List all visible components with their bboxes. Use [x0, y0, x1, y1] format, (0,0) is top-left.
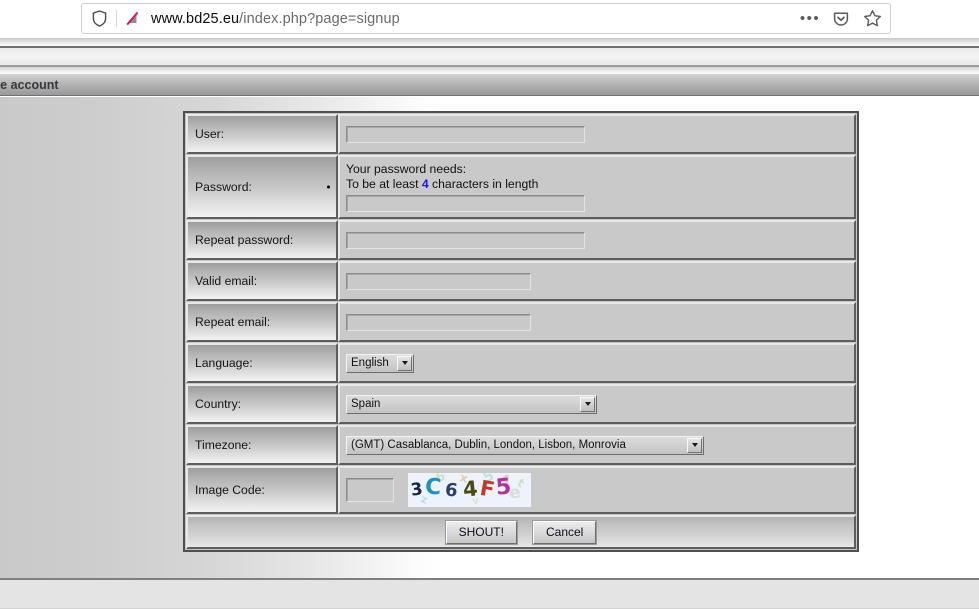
- repeat-password-input[interactable]: [346, 231, 585, 249]
- label-cell-repeat-email: Repeat email:: [186, 302, 338, 342]
- field-cell-image-code: 6x5Aezvt3C64F5: [338, 466, 856, 514]
- label-cell-image-code: Image Code:: [186, 466, 338, 514]
- captcha-character: C: [424, 474, 443, 501]
- cancel-button[interactable]: Cancel: [532, 520, 597, 544]
- label-image-code: Image Code:: [195, 483, 265, 497]
- password-hint-line-2: To be at least 4 characters in length: [346, 177, 848, 192]
- field-cell-password: Your password needs: To be at least 4 ch…: [338, 155, 856, 219]
- country-select-value: Spain: [351, 398, 381, 410]
- captcha-noise-glyph: t: [514, 475, 528, 491]
- form-button-row: SHOUT! Cancel: [186, 515, 856, 549]
- timezone-select-value: (GMT) Casablanca, Dublin, London, Lisbon…: [351, 439, 626, 451]
- tracking-protection-shield-icon[interactable]: [82, 4, 116, 33]
- image-code-input[interactable]: [346, 478, 394, 502]
- valid-email-input[interactable]: [346, 272, 531, 290]
- label-cell-language: Language:: [186, 343, 338, 383]
- captcha-image: 6x5Aezvt3C64F5: [408, 473, 531, 507]
- urlbar-actions: •••: [800, 9, 890, 29]
- label-cell-country: Country:: [186, 384, 338, 424]
- user-input[interactable]: [346, 125, 585, 143]
- label-cell-user: User:: [186, 114, 338, 154]
- language-select[interactable]: English: [346, 353, 414, 373]
- shout-submit-button[interactable]: SHOUT!: [445, 520, 517, 544]
- ellipsis-icon[interactable]: •••: [800, 9, 820, 29]
- password-hint-min-length: 4: [421, 177, 429, 191]
- form-row-image-code: Image Code: 6x5Aezvt3C64F5: [186, 466, 856, 514]
- url-path: /index.php?page=signup: [239, 10, 400, 27]
- field-cell-country: Spain: [338, 384, 856, 424]
- browser-chrome: www.bd25.eu/index.php?page=signup •••: [0, 0, 979, 38]
- pocket-save-icon[interactable]: [831, 9, 851, 29]
- captcha-character: 6: [443, 479, 459, 502]
- label-cell-valid-email: Valid email:: [186, 261, 338, 301]
- captcha-character: 4: [461, 476, 479, 502]
- label-repeat-password: Repeat password:: [195, 233, 294, 247]
- form-row-repeat-email: Repeat email:: [186, 302, 856, 342]
- field-cell-repeat-email: [338, 302, 856, 342]
- captcha-character: F: [478, 475, 497, 503]
- label-cell-password: Password:: [186, 155, 338, 219]
- form-row-password: Password: Your password needs: To be at …: [186, 155, 856, 219]
- toolbar-band-upper: [0, 38, 979, 46]
- chevron-down-icon: [687, 437, 702, 453]
- label-password: Password:: [195, 180, 252, 194]
- password-hint: Your password needs: To be at least 4 ch…: [346, 162, 848, 192]
- country-select[interactable]: Spain: [346, 394, 597, 414]
- label-cell-repeat-password: Repeat password:: [186, 220, 338, 260]
- blocked-permission-icon[interactable]: [117, 4, 149, 33]
- password-hint-line-1: Your password needs:: [346, 162, 467, 176]
- form-row-country: Country: Spain: [186, 384, 856, 424]
- language-select-value: English: [351, 357, 389, 369]
- timezone-select[interactable]: (GMT) Casablanca, Dublin, London, Lisbon…: [346, 435, 704, 455]
- field-cell-valid-email: [338, 261, 856, 301]
- label-language: Language:: [195, 356, 253, 370]
- chevron-down-icon: [580, 396, 595, 412]
- repeat-email-input[interactable]: [346, 313, 531, 331]
- captcha-row: 6x5Aezvt3C64F5: [346, 473, 848, 507]
- label-country: Country:: [195, 397, 242, 411]
- url-bar[interactable]: www.bd25.eu/index.php?page=signup •••: [81, 3, 891, 34]
- label-valid-email: Valid email:: [195, 274, 258, 288]
- field-cell-repeat-password: [338, 220, 856, 260]
- field-cell-language: English: [338, 343, 856, 383]
- label-timezone: Timezone:: [195, 438, 252, 452]
- password-hint-prefix: To be at least: [346, 177, 422, 191]
- ellipsis-glyph: •••: [799, 9, 821, 27]
- url-domain: www.bd25.eu: [151, 10, 240, 27]
- chevron-down-icon: [397, 355, 412, 371]
- password-input[interactable]: [346, 195, 585, 212]
- url-text[interactable]: www.bd25.eu/index.php?page=signup: [149, 11, 800, 27]
- toolbar-band-lower: [0, 67, 979, 74]
- captcha-character: 3: [409, 479, 425, 501]
- page-title: te account: [0, 77, 59, 92]
- form-row-language: Language: English: [186, 343, 856, 383]
- field-cell-timezone: (GMT) Casablanca, Dublin, London, Lisbon…: [338, 425, 856, 465]
- label-user: User:: [195, 127, 225, 141]
- status-bar: [0, 580, 979, 609]
- page-header-bar: te account: [0, 74, 979, 96]
- password-hint-suffix: characters in length: [428, 177, 539, 191]
- form-row-repeat-password: Repeat password:: [186, 220, 856, 260]
- form-row-valid-email: Valid email:: [186, 261, 856, 301]
- star-bookmark-icon[interactable]: [862, 9, 882, 29]
- label-repeat-email: Repeat email:: [195, 315, 271, 329]
- signup-form-table: User: Password: Your password needs: To …: [183, 111, 859, 552]
- form-row-timezone: Timezone: (GMT) Casablanca, Dublin, Lond…: [186, 425, 856, 465]
- captcha-character: 5: [494, 474, 513, 501]
- field-cell-user: [338, 114, 856, 154]
- toolbar-band-middle: [0, 48, 979, 65]
- required-dot-icon: [327, 185, 330, 189]
- form-row-user: User:: [186, 114, 856, 154]
- label-cell-timezone: Timezone:: [186, 425, 338, 465]
